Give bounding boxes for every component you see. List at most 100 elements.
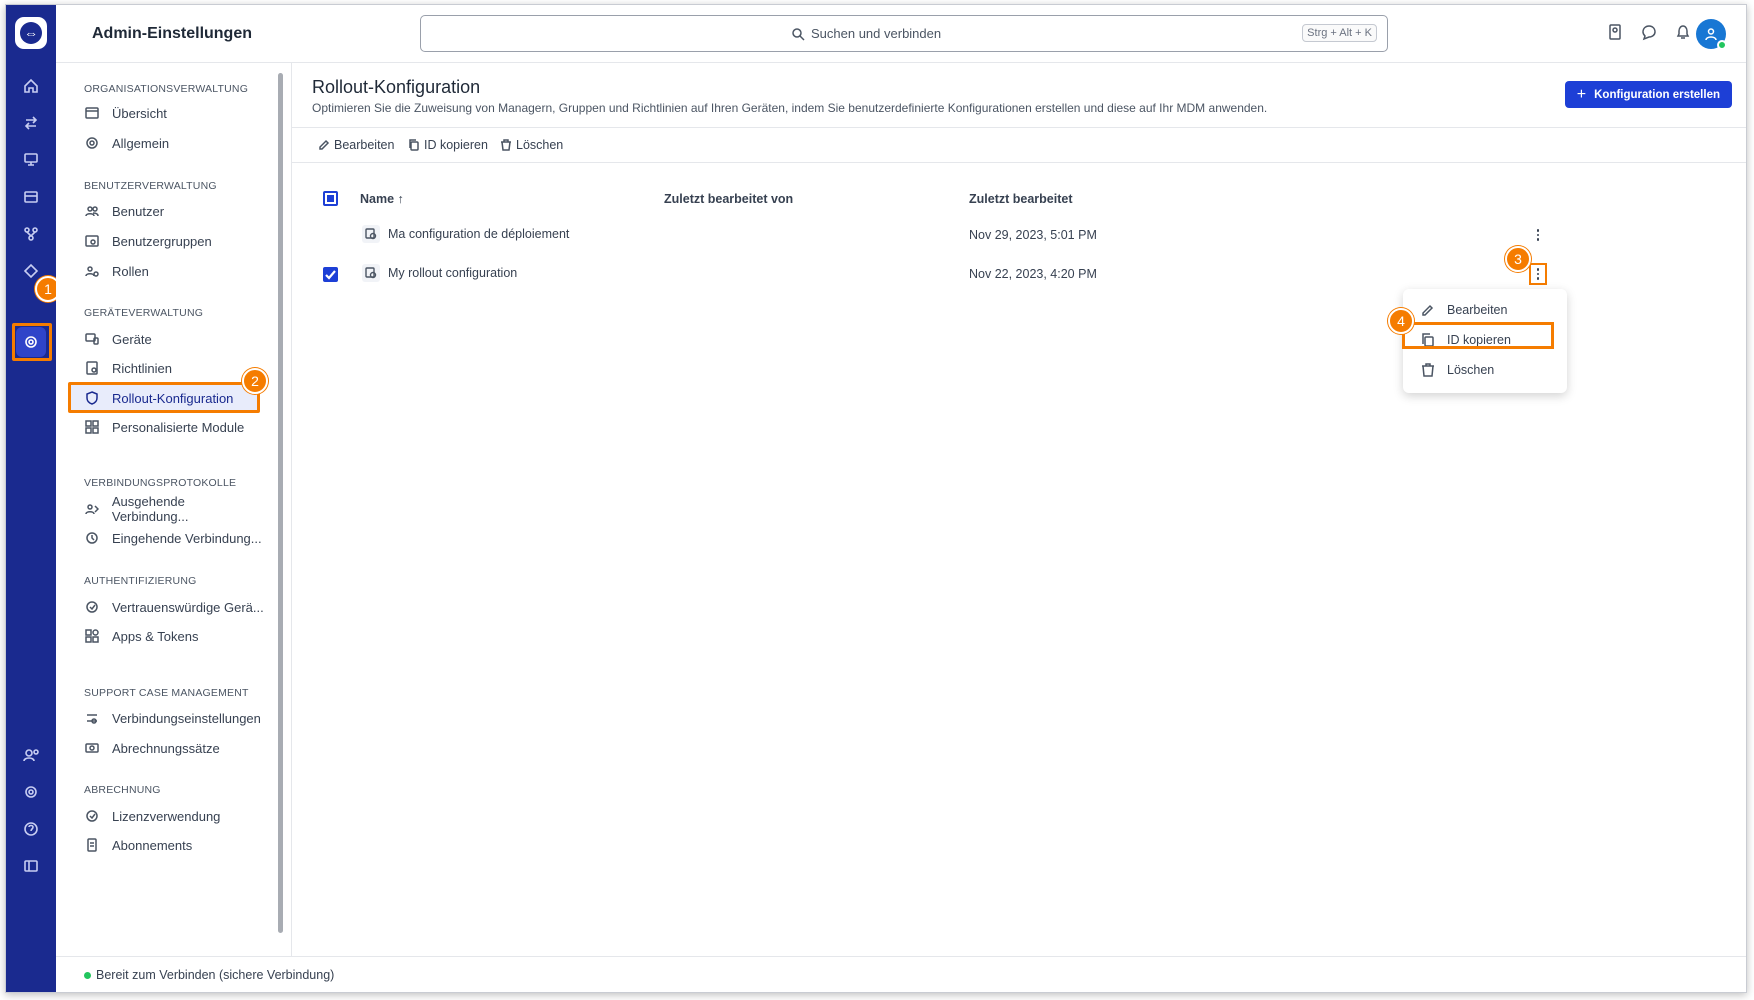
search-input[interactable]: Suchen und verbinden Strg + Alt + K: [420, 15, 1388, 52]
trash-icon: [501, 139, 511, 151]
nav-item-uebersicht[interactable]: Übersicht: [84, 100, 264, 126]
step-marker-4: 4: [1388, 308, 1414, 334]
apps-icon: [84, 628, 100, 644]
nav-item-eingehende-verbindungen[interactable]: Eingehende Verbindung...: [84, 525, 264, 551]
online-status-dot: [1717, 40, 1727, 50]
step-marker-3: 3: [1505, 246, 1531, 272]
nav-section-title: ORGANISATIONSVERWALTUNG: [84, 83, 249, 95]
nav-item-vertrauenswuerdige-geraete[interactable]: Vertrauenswürdige Gerä...: [84, 594, 264, 620]
modules-icon: [84, 419, 100, 435]
status-bar: Bereit zum Verbinden (sichere Verbindung…: [56, 956, 1746, 992]
menu-item-delete[interactable]: Löschen: [1421, 359, 1494, 381]
toolbar: Bearbeiten ID kopieren Löschen: [292, 127, 1746, 163]
app-window: ⇔ 1 Admin-Einstellungen Suchen und verbi…: [5, 4, 1747, 993]
menu-highlight-box: [1402, 322, 1554, 349]
nav-item-allgemein[interactable]: Allgemein: [84, 130, 264, 156]
sessions-icon[interactable]: [16, 182, 46, 212]
table-row[interactable]: Ma configuration de déploiement: [362, 225, 569, 243]
chat-icon[interactable]: [1640, 23, 1660, 43]
nav-item-richtlinien[interactable]: Richtlinien: [84, 355, 264, 381]
user-settings-icon[interactable]: [16, 740, 46, 770]
rail-highlight-box: [12, 323, 52, 361]
configuration-icon: [362, 264, 380, 282]
nav-item-rollen[interactable]: Rollen: [84, 258, 264, 284]
subscription-icon: [84, 837, 100, 853]
select-all-checkbox[interactable]: [323, 191, 338, 206]
row-checkbox[interactable]: [323, 267, 338, 282]
home-icon[interactable]: [16, 71, 46, 101]
connections-icon[interactable]: [16, 219, 46, 249]
incoming-icon: [84, 530, 100, 546]
nav-item-benutzergruppen[interactable]: Benutzergruppen: [84, 228, 264, 254]
nav-section-title: VERBINDUNGSPROTOKOLLE: [84, 477, 237, 489]
nav-scrollbar[interactable]: [278, 73, 283, 933]
nav-item-apps-tokens[interactable]: Apps & Tokens: [84, 623, 264, 649]
column-header-name[interactable]: Name ↑: [360, 192, 404, 206]
step-marker-2: 2: [242, 368, 268, 394]
admin-nav-sidebar: ORGANISATIONSVERWALTUNG Übersicht Allgem…: [56, 63, 292, 956]
copy-icon: [409, 139, 419, 151]
nav-item-benutzer[interactable]: Benutzer: [84, 198, 264, 224]
billing-rates-icon: [84, 740, 100, 756]
menu-item-edit[interactable]: Bearbeiten: [1421, 299, 1507, 321]
table-row[interactable]: My rollout configuration: [362, 264, 517, 282]
user-icon: [1705, 28, 1717, 41]
transfer-icon[interactable]: [16, 108, 46, 138]
nav-item-lizenzverwendung[interactable]: Lizenzverwendung: [84, 803, 264, 829]
main-content: Rollout-Konfiguration Optimieren Sie die…: [292, 63, 1746, 956]
nav-section-title: GERÄTEVERWALTUNG: [84, 307, 204, 319]
bell-icon[interactable]: [1674, 23, 1694, 43]
gear-icon[interactable]: [16, 777, 46, 807]
pencil-icon: [1422, 304, 1434, 316]
page-description: Optimieren Sie die Zuweisung von Manager…: [312, 101, 1268, 115]
search-placeholder: Suchen und verbinden: [811, 26, 942, 41]
edit-button[interactable]: Bearbeiten: [318, 138, 394, 152]
nav-item-ausgehende-verbindungen[interactable]: Ausgehende Verbindung...: [84, 494, 264, 524]
nav-item-abrechnungssaetze[interactable]: Abrechnungssätze: [84, 735, 264, 761]
license-icon: [84, 808, 100, 824]
delete-button[interactable]: Löschen: [500, 138, 563, 152]
row-actions-kebab-icon[interactable]: [1532, 227, 1544, 243]
copy-id-button[interactable]: ID kopieren: [408, 138, 488, 152]
page-header-title: Admin-Einstellungen: [92, 25, 252, 42]
teamviewer-logo[interactable]: ⇔: [15, 17, 47, 49]
column-header-edited[interactable]: Zuletzt bearbeitet: [969, 192, 1073, 206]
create-configuration-button[interactable]: + Konfiguration erstellen: [1564, 81, 1732, 108]
contacts-icon[interactable]: [1606, 23, 1626, 43]
policy-icon: [84, 360, 100, 376]
user-groups-icon: [84, 233, 100, 249]
row-context-menu: Bearbeiten ID kopieren Löschen: [1402, 289, 1567, 393]
outgoing-icon: [84, 501, 100, 517]
connection-settings-icon: [84, 710, 100, 726]
nav-section-title: SUPPORT CASE MANAGEMENT: [84, 687, 249, 699]
search-shortcut: Strg + Alt + K: [1302, 24, 1377, 42]
avatar[interactable]: [1696, 19, 1727, 50]
page-title: Rollout-Konfiguration: [312, 77, 481, 97]
status-text: Bereit zum Verbinden (sichere Verbindung…: [96, 968, 335, 982]
kebab-highlight-box: [1529, 263, 1547, 285]
nav-item-verbindungseinstellungen[interactable]: Verbindungseinstellungen: [84, 705, 264, 731]
search-icon: [792, 28, 805, 41]
nav-item-abonnements[interactable]: Abonnements: [84, 832, 264, 858]
configuration-icon: [362, 225, 380, 243]
devices-icon[interactable]: [16, 145, 46, 175]
nav-item-geraete[interactable]: Geräte: [84, 326, 264, 352]
trusted-device-icon: [84, 599, 100, 615]
nav-item-personalisierte-module[interactable]: Personalisierte Module: [84, 414, 264, 440]
device-icon: [84, 331, 100, 347]
left-rail: ⇔: [6, 5, 56, 992]
nav-section-title: ABRECHNUNG: [84, 784, 161, 796]
gear-icon: [84, 135, 100, 151]
nav-section-title: AUTHENTIFIZIERUNG: [84, 575, 197, 587]
help-icon[interactable]: [16, 814, 46, 844]
pencil-icon: [319, 139, 330, 150]
nav-highlight-box: [68, 382, 260, 413]
nav-section-title: BENUTZERVERWALTUNG: [84, 180, 217, 192]
trash-icon: [1422, 363, 1434, 377]
roles-icon: [84, 263, 100, 279]
column-header-edited-by[interactable]: Zuletzt bearbeitet von: [664, 192, 793, 206]
row-edited-date: Nov 22, 2023, 4:20 PM: [969, 267, 1097, 281]
sidebar-toggle-icon[interactable]: [16, 851, 46, 881]
overview-icon: [84, 105, 100, 121]
top-header: Admin-Einstellungen Suchen und verbinden…: [56, 5, 1746, 63]
